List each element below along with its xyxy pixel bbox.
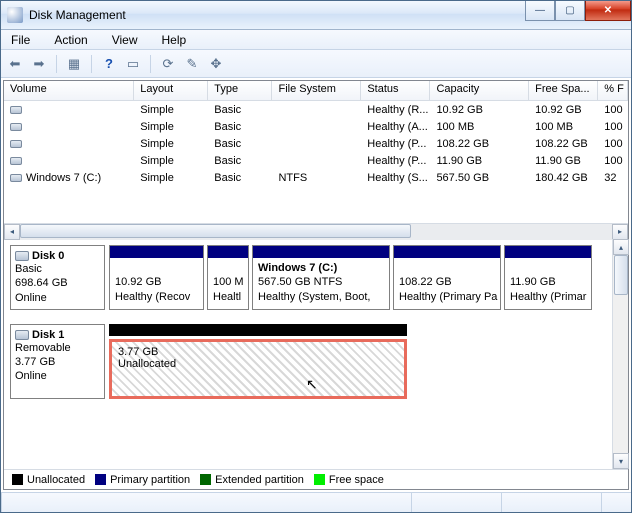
- maximize-button[interactable]: ▢: [555, 1, 585, 21]
- volume-row[interactable]: SimpleBasicHealthy (P...108.22 GB108.22 …: [4, 135, 628, 152]
- volume-list[interactable]: SimpleBasicHealthy (R...10.92 GB10.92 GB…: [4, 101, 628, 223]
- col-freespace[interactable]: Free Spa...: [529, 81, 598, 100]
- col-layout[interactable]: Layout: [134, 81, 208, 100]
- col-type[interactable]: Type: [208, 81, 272, 100]
- back-button[interactable]: ⬅: [6, 55, 24, 73]
- titlebar[interactable]: Disk Management — ▢ ✕: [1, 1, 631, 30]
- volume-icon: [10, 140, 22, 148]
- menu-view[interactable]: View: [106, 31, 144, 49]
- menu-help[interactable]: Help: [156, 31, 193, 49]
- disk-0-partitions: 10.92 GBHealthy (Recov100 MHealtlWindows…: [109, 245, 606, 310]
- partition[interactable]: Windows 7 (C:)567.50 GB NTFSHealthy (Sys…: [252, 245, 390, 310]
- app-icon: [7, 7, 23, 23]
- panel-icon[interactable]: ▦: [65, 55, 83, 73]
- volume-icon: [10, 174, 22, 182]
- disk-1-unalloc-band: [109, 324, 407, 336]
- menubar: File Action View Help: [1, 30, 631, 50]
- scroll-left-icon[interactable]: ◂: [4, 224, 20, 240]
- settings-icon[interactable]: ✥: [207, 55, 225, 73]
- volume-icon: [10, 157, 22, 165]
- disk-1-state: Online: [15, 369, 100, 383]
- disk-0-label: Disk 0: [32, 250, 64, 262]
- refresh-icon[interactable]: ⟳: [159, 55, 177, 73]
- legend-swatch: [12, 474, 23, 485]
- disk-icon: [15, 330, 29, 340]
- col-capacity[interactable]: Capacity: [430, 81, 529, 100]
- cursor-icon: ↖: [306, 376, 318, 393]
- menu-action[interactable]: Action: [48, 31, 93, 49]
- scroll-up-icon[interactable]: ▴: [613, 239, 629, 255]
- legend-swatch: [95, 474, 106, 485]
- col-filesystem[interactable]: File System: [272, 81, 361, 100]
- col-pctfree[interactable]: % F: [598, 81, 628, 100]
- legend-label: Unallocated: [27, 474, 85, 486]
- horizontal-scrollbar[interactable]: ◂ ▸: [4, 223, 628, 239]
- volume-row[interactable]: SimpleBasicHealthy (P...11.90 GB11.90 GB…: [4, 152, 628, 169]
- disk-1-label: Disk 1: [32, 329, 64, 341]
- disk-0-type: Basic: [15, 262, 100, 276]
- window-title: Disk Management: [29, 8, 525, 22]
- legend-label: Primary partition: [110, 474, 190, 486]
- rescan-icon[interactable]: ✎: [183, 55, 201, 73]
- volume-row[interactable]: Windows 7 (C:)SimpleBasicNTFSHealthy (S.…: [4, 169, 628, 186]
- menu-file[interactable]: File: [5, 31, 36, 49]
- legend-label: Extended partition: [215, 474, 304, 486]
- legend-item: Free space: [314, 474, 384, 486]
- disk-0-info: Disk 0 Basic 698.64 GB Online: [10, 245, 105, 310]
- volume-row[interactable]: SimpleBasicHealthy (R...10.92 GB10.92 GB…: [4, 101, 628, 118]
- legend-item: Unallocated: [12, 474, 85, 486]
- scroll-right-icon[interactable]: ▸: [612, 224, 628, 240]
- legend-swatch: [200, 474, 211, 485]
- vertical-scrollbar[interactable]: ▴ ▾: [612, 239, 628, 469]
- partition[interactable]: 11.90 GBHealthy (Primar: [504, 245, 592, 310]
- legend-label: Free space: [329, 474, 384, 486]
- disk-1-info: Disk 1 Removable 3.77 GB Online: [10, 324, 105, 399]
- disk-0-state: Online: [15, 291, 100, 305]
- disk-graphical-area: Disk 0 Basic 698.64 GB Online 10.92 GBHe…: [4, 239, 628, 469]
- partition-band: [505, 246, 591, 258]
- vscroll-thumb[interactable]: [614, 255, 628, 295]
- partition[interactable]: 10.92 GBHealthy (Recov: [109, 245, 204, 310]
- partition-band: [253, 246, 389, 258]
- unalloc-label: Unallocated: [118, 358, 398, 370]
- partition-band: [394, 246, 500, 258]
- disk-1-row[interactable]: Disk 1 Removable 3.77 GB Online 3.77 GB …: [10, 324, 606, 399]
- scroll-track[interactable]: [20, 224, 612, 240]
- volume-row[interactable]: SimpleBasicHealthy (A...100 MB100 MB100: [4, 118, 628, 135]
- col-volume[interactable]: Volume: [4, 81, 134, 100]
- disk-icon: [15, 251, 29, 261]
- partition[interactable]: 108.22 GBHealthy (Primary Pa: [393, 245, 501, 310]
- help-button[interactable]: ?: [100, 55, 118, 73]
- legend-item: Primary partition: [95, 474, 190, 486]
- volume-icon: [10, 106, 22, 114]
- disk-1-partitions: 3.77 GB Unallocated ↖: [109, 324, 606, 399]
- scroll-thumb[interactable]: [20, 224, 411, 238]
- minimize-button[interactable]: —: [525, 1, 555, 21]
- scroll-down-icon[interactable]: ▾: [613, 453, 629, 469]
- legend-swatch: [314, 474, 325, 485]
- volume-list-header: Volume Layout Type File System Status Ca…: [4, 81, 628, 101]
- content-area: Volume Layout Type File System Status Ca…: [3, 80, 629, 490]
- legend: Unallocated Primary partition Extended par…: [4, 469, 628, 489]
- toolbar: ⬅ ➡ ▦ ? ▭ ⟳ ✎ ✥: [1, 50, 631, 78]
- partition[interactable]: 100 MHealtl: [207, 245, 249, 310]
- volume-icon: [10, 123, 22, 131]
- disk-management-window: Disk Management — ▢ ✕ File Action View H…: [0, 0, 632, 513]
- disk-0-size: 698.64 GB: [15, 276, 100, 290]
- properties-icon[interactable]: ▭: [124, 55, 142, 73]
- disk-1-type: Removable: [15, 341, 100, 355]
- disk-1-unallocated[interactable]: 3.77 GB Unallocated ↖: [109, 339, 407, 399]
- partition-band: [208, 246, 248, 258]
- disk-1-size: 3.77 GB: [15, 355, 100, 369]
- close-button[interactable]: ✕: [585, 1, 631, 21]
- col-status[interactable]: Status: [361, 81, 430, 100]
- disk-0-row[interactable]: Disk 0 Basic 698.64 GB Online 10.92 GBHe…: [10, 245, 606, 310]
- forward-button[interactable]: ➡: [30, 55, 48, 73]
- partition-band: [110, 246, 203, 258]
- unalloc-size: 3.77 GB: [118, 346, 398, 358]
- statusbar: [1, 492, 631, 512]
- legend-item: Extended partition: [200, 474, 304, 486]
